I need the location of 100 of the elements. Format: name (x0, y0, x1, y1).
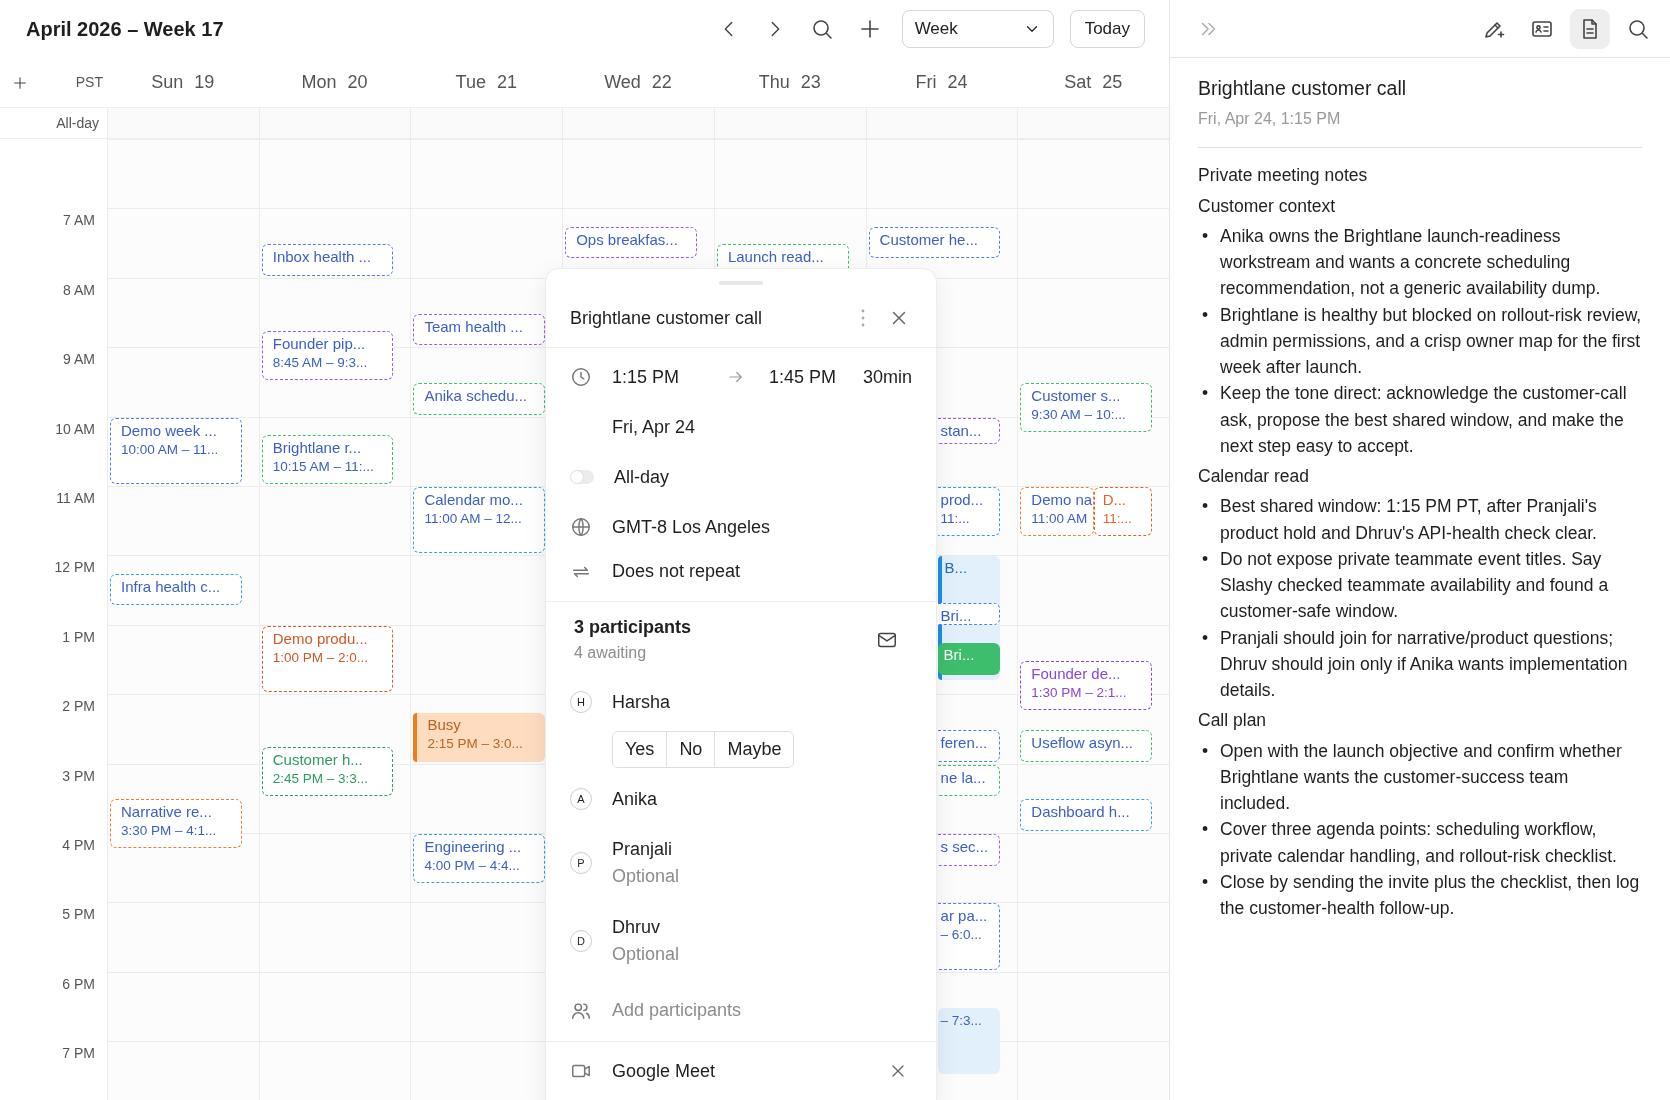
timezone-label: PST (75, 73, 103, 92)
all-day-label: All-day (56, 113, 99, 133)
calendar-event[interactable]: Brightlane r... 10:15 AM – 11:... (261, 434, 394, 484)
event-date[interactable]: Fri, Apr 24 (612, 413, 696, 441)
calendar-event[interactable]: Customer he... (868, 226, 1001, 259)
bullet-marker: • (1202, 818, 1210, 842)
calendar-event[interactable]: Calendar mo... 11:00 AM – 12... (413, 487, 546, 554)
event-title: Infra health c... (121, 577, 222, 596)
hour-label: 12 PM (54, 558, 95, 578)
start-time[interactable]: 1:15 PM (612, 363, 680, 391)
calendar-event[interactable]: stan... (937, 417, 1001, 444)
calendar-event[interactable]: Bri... (937, 602, 1001, 625)
event-time: 2:45 PM – 3:3... (272, 771, 370, 788)
notes-button[interactable] (1570, 8, 1610, 49)
participant-note: Optional (612, 865, 680, 888)
timezone-field[interactable]: GMT-8 Los Angeles (612, 513, 771, 541)
event-title: ne la... (940, 768, 987, 787)
event-title: Calendar mo... (424, 491, 524, 509)
event-title: stan... (940, 421, 983, 440)
section-heading: Customer context (1198, 194, 1337, 218)
bullet-marker: • (1202, 382, 1210, 406)
participants-count: 3 participants (574, 616, 692, 639)
calendar-event[interactable]: Ops breakfas... (565, 226, 697, 259)
calendar-event[interactable]: Useflow asyn... (1020, 729, 1153, 762)
calendar-event[interactable]: Demo produ... 1:00 PM – 2:0... (261, 625, 394, 693)
event-title: feren... (940, 733, 989, 752)
hour-label: 11 AM (56, 488, 95, 508)
rsvp-button[interactable]: Maybe (714, 732, 794, 767)
event-title: Founder pip... (272, 334, 367, 353)
participant-name: Anika (612, 787, 658, 811)
participant-note: Optional (612, 943, 680, 966)
event-title: Brightlane r... (272, 438, 363, 457)
event-time: 1:00 PM – 2:0... (272, 649, 370, 666)
calendar-event[interactable]: Infra health c... (110, 573, 242, 606)
view-dropdown[interactable]: Week (901, 10, 1054, 48)
calendar-event[interactable]: Inbox health ... (261, 244, 394, 276)
day-header: Mon 20 (301, 72, 368, 92)
event-title: Ops breakfas... (576, 230, 679, 249)
today-button[interactable]: Today (1069, 10, 1145, 48)
event-time: 3:30 PM – 4:1... (121, 823, 218, 840)
note-bullet: Anika owns the Brightlane launch-readiness workstream and wants a concrete scheduling recommendation, not a generic availability dump. (1220, 224, 1602, 301)
event-title: Founder de... (1031, 664, 1122, 683)
calendar-event[interactable]: Busy 2:15 PM – 3:0... (413, 712, 546, 762)
day-header: Sat 25 (1064, 72, 1123, 92)
hour-label: 4 PM (62, 835, 95, 855)
event-time: 1:30 PM – 2:1... (1031, 684, 1128, 701)
calendar-event[interactable]: prod... 11:... (937, 487, 1001, 537)
calendar-event[interactable]: s sec... (937, 834, 1001, 866)
note-bullet: Cover three agenda points: scheduling workflow, private calendar handling, and rollout-risk checklist. (1220, 818, 1618, 868)
event-title: Demo week ... (121, 421, 218, 440)
event-time: 2:15 PM – 3:0... (427, 735, 524, 752)
calendar-event[interactable]: ne la... (937, 764, 1001, 797)
note-heading: Private meeting notes (1198, 164, 1369, 188)
calendar-event[interactable]: ar pa... – 6:0... (937, 903, 1001, 970)
calendar-event[interactable]: Engineering ... 4:00 PM – 4:4... (413, 834, 546, 884)
repeat-field[interactable]: Does not repeat (612, 558, 741, 585)
conferencing-link[interactable]: Google Meet (612, 1057, 716, 1085)
bullet-marker: • (1202, 626, 1210, 650)
calendar-event[interactable]: Anika schedu... (413, 382, 546, 415)
calendar-event[interactable]: Narrative re... 3:30 PM – 4:1... (110, 799, 242, 849)
note-date: Fri, Apr 24, 1:15 PM (1198, 109, 1342, 130)
day-header: Thu 23 (758, 72, 821, 92)
hour-label: 5 PM (62, 905, 95, 925)
all-day-toggle[interactable] (570, 470, 594, 484)
note-bullet: Best shared window: 1:15 PM PT, after Pranjali's product hold and Dhruv's API-health check clear. (1220, 495, 1598, 545)
section-heading: Calendar read (1198, 465, 1310, 488)
event-title: Launch read... (727, 248, 825, 267)
hour-label: 7 PM (62, 1044, 95, 1064)
end-time[interactable]: 1:45 PM (769, 363, 837, 391)
event-title: Team health ... (424, 317, 524, 336)
note-title: Brightlane customer call (1198, 76, 1408, 101)
event-title: Anika schedu... (424, 386, 528, 405)
calendar-event[interactable]: D... 11:... (1093, 487, 1153, 537)
event-time: – 6:0... (940, 927, 983, 944)
all-day-cell[interactable] (1017, 108, 1169, 138)
section-heading: Call plan (1198, 709, 1268, 733)
day-header: Sun 19 (151, 72, 215, 92)
bullet-marker: • (1202, 870, 1210, 894)
event-time: 11:00 AM – 12... (424, 511, 523, 528)
event-title: Brightlane customer call (570, 306, 763, 330)
event-time: 9:30 AM – 10:... (1031, 406, 1127, 424)
calendar-event[interactable]: Founder de... 1:30 PM – 2:1... (1020, 660, 1153, 710)
hour-label: 10 AM (55, 419, 95, 439)
event-time: 11:... (1102, 511, 1133, 528)
calendar-event[interactable]: Demo week ... 10:00 AM – 11... (110, 417, 242, 484)
calendar-event[interactable]: feren... (937, 729, 1001, 762)
calendar-event[interactable]: Customer h... 2:45 PM – 3:3... (261, 747, 394, 797)
calendar-event[interactable]: Dashboard h... (1020, 799, 1153, 831)
event-title: Inbox health ... (272, 248, 373, 267)
note-bullet: Open with the launch objective and confirm whether Brightlane wants the customer-success team included. (1220, 739, 1623, 815)
calendar-event[interactable]: Team health ... (413, 313, 546, 346)
calendar-event[interactable]: Customer s... 9:30 AM – 10:... (1020, 382, 1153, 432)
calendar-event[interactable]: – 7:3... (937, 1007, 1001, 1074)
event-title: Customer s... (1031, 386, 1122, 405)
hour-label: 6 PM (62, 974, 95, 994)
calendar-event[interactable]: Founder pip... 8:45 AM – 9:3... (261, 330, 394, 380)
calendar-event[interactable]: Demo na 11:00 AM (1020, 487, 1094, 537)
event-time: 4:00 PM – 4:4... (424, 858, 521, 875)
add-participants-field[interactable]: Add participants (612, 997, 742, 1024)
note-bullet: Close by sending the invite plus the checklist, then log the customer-health follow-up. (1220, 870, 1641, 920)
